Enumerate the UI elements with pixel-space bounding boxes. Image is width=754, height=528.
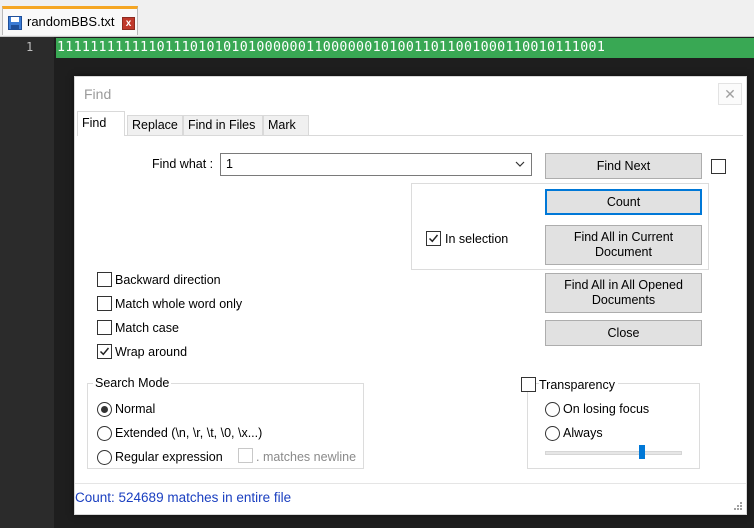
tab-strip: randomBBS.txt x [0,0,754,37]
matches-newline-label: . matches newline [256,450,357,464]
backward-direction-checkbox[interactable] [97,272,112,287]
tab-find[interactable]: Find [77,111,125,136]
find-next-button[interactable]: Find Next [545,153,702,179]
in-selection-label: In selection [445,232,509,246]
find-dialog: Find ✕ Find Replace Find in Files Mark F… [74,76,747,515]
line-number-gutter [0,37,54,528]
backward-direction-label: Backward direction [115,273,221,287]
extended-radio[interactable] [97,426,112,441]
find-what-label: Find what : [152,157,214,171]
find-what-value: 1 [226,157,233,171]
transparency-slider-thumb[interactable] [639,445,645,459]
file-tab-label: randomBBS.txt [27,14,115,29]
wrap-around-checkbox[interactable] [97,344,112,359]
checkmark-icon [99,347,110,356]
search-mode-title: Search Mode [93,376,172,390]
matches-newline-clip: . matches newline [256,448,357,465]
regex-label: Regular expression [115,450,223,464]
file-tab[interactable]: randomBBS.txt x [2,6,138,35]
code-text: 1111111111110111010101010000001100000010… [57,40,606,55]
transparency-label: Transparency [539,378,618,392]
match-whole-word-label: Match whole word only [115,297,243,311]
dialog-title: Find [84,86,112,102]
regex-radio[interactable] [97,450,112,465]
normal-radio[interactable] [97,402,112,417]
tab-divider [77,135,743,136]
on-losing-focus-label: On losing focus [563,402,650,416]
on-losing-focus-radio[interactable] [545,402,560,417]
matches-newline-checkbox[interactable] [238,448,253,463]
highlighted-code-line[interactable]: 1111111111110111010101010000001100000010… [56,38,754,58]
find-all-opened-button[interactable]: Find All in All Opened Documents [545,273,702,313]
find-what-combo[interactable]: 1 [220,153,532,176]
extended-label: Extended (\n, \r, \t, \0, \x...) [115,426,263,440]
find-all-current-button[interactable]: Find All in Current Document [545,225,702,265]
save-icon [8,16,22,30]
always-radio[interactable] [545,426,560,441]
in-selection-checkbox[interactable] [426,231,441,246]
transparency-slider-track[interactable] [545,451,682,455]
checkmark-icon [428,234,439,243]
match-case-label: Match case [115,321,179,335]
always-label: Always [563,426,603,440]
status-message: Count: 524689 matches in entire file [75,490,292,505]
transparency-checkbox[interactable] [521,377,536,392]
count-button-label: Count [606,194,641,209]
wrap-around-label: Wrap around [115,345,188,359]
tab-replace[interactable]: Replace [127,115,183,135]
match-whole-word-checkbox[interactable] [97,296,112,311]
close-tab-icon[interactable]: x [122,17,135,30]
normal-label: Normal [115,402,156,416]
match-case-checkbox[interactable] [97,320,112,335]
find-next-extra-checkbox[interactable] [711,159,726,174]
resize-grip-icon[interactable] [733,501,743,511]
tab-find-in-files[interactable]: Find in Files [183,115,263,135]
line-number: 1 [26,40,34,54]
count-button[interactable]: Count [545,189,702,215]
tab-mark[interactable]: Mark [263,115,309,135]
chevron-down-icon[interactable] [513,156,527,172]
close-button[interactable]: Close [545,320,702,346]
dialog-close-icon[interactable]: ✕ [718,83,742,105]
status-separator [75,483,746,484]
